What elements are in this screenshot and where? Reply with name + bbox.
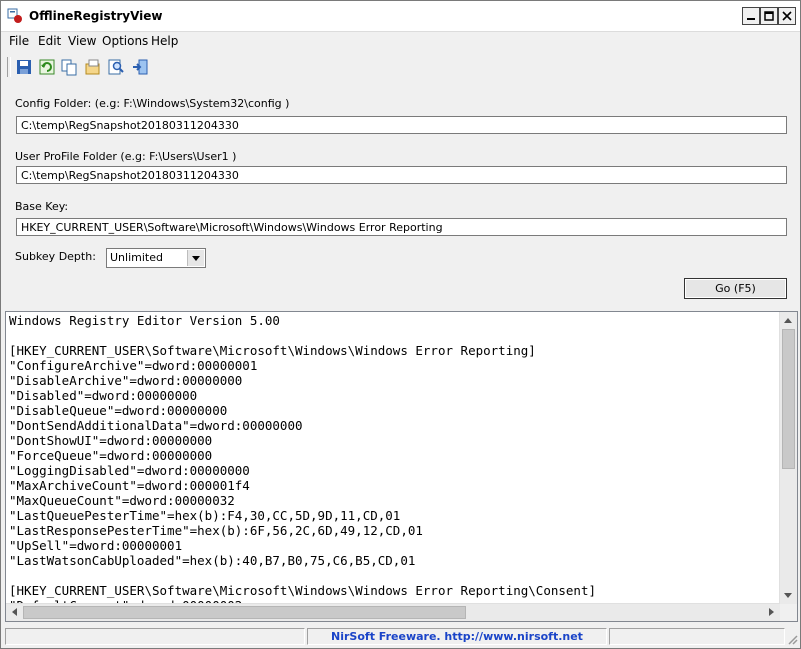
output-line: "DontSendAdditionalData"=dword:00000000 [9, 418, 303, 433]
profile-folder-input[interactable]: C:\temp\RegSnapshot20180311204330 [16, 166, 787, 184]
output-line: "Disabled"=dword:00000000 [9, 388, 198, 403]
output-line: "UpSell"=dword:00000001 [9, 538, 183, 553]
maximize-icon [764, 11, 774, 21]
output-line: "LastQueuePesterTime"=hex(b):F4,30,CC,5D… [9, 508, 401, 523]
profile-folder-label: User ProFile Folder (e.g: F:\Users\User1… [15, 150, 237, 163]
refresh-icon[interactable] [38, 58, 56, 76]
vertical-scrollbar[interactable] [779, 312, 797, 604]
subkey-depth-select[interactable]: Unlimited [106, 248, 206, 268]
close-icon [782, 11, 792, 21]
output-line: [HKEY_CURRENT_USER\Software\Microsoft\Wi… [9, 583, 596, 598]
arrow-down-icon [784, 593, 792, 598]
subkey-depth-label: Subkey Depth: [15, 250, 96, 263]
window-title: OfflineRegistryView [29, 9, 163, 23]
go-button[interactable]: Go (F5) [684, 278, 787, 299]
subkey-depth-value: Unlimited [110, 251, 163, 264]
menu-edit[interactable]: Edit [38, 34, 61, 48]
save-icon[interactable] [15, 58, 33, 76]
base-key-input[interactable]: HKEY_CURRENT_USER\Software\Microsoft\Win… [16, 218, 787, 236]
output-line: "DontShowUI"=dword:00000000 [9, 433, 213, 448]
status-panel-left [5, 628, 305, 645]
output-line: "DisableArchive"=dword:00000000 [9, 373, 243, 388]
arrow-up-icon [784, 318, 792, 323]
output-line: [HKEY_CURRENT_USER\Software\Microsoft\Wi… [9, 343, 536, 358]
config-folder-input[interactable]: C:\temp\RegSnapshot20180311204330 [16, 116, 787, 134]
output-line: "LastWatsonCabUploaded"=hex(b):40,B7,B0,… [9, 553, 416, 568]
minimize-button[interactable] [742, 7, 760, 25]
dropdown-button[interactable] [187, 250, 204, 266]
registry-output[interactable]: Windows Registry Editor Version 5.00 [HK… [5, 311, 798, 622]
output-line: "DisableQueue"=dword:00000000 [9, 403, 228, 418]
app-window: OfflineRegistryView File Edit View Optio… [0, 0, 801, 649]
scroll-left-button[interactable] [6, 604, 22, 620]
minimize-icon [747, 18, 755, 20]
chevron-down-icon [192, 256, 200, 261]
vertical-scroll-thumb[interactable] [782, 329, 795, 469]
copy-icon[interactable] [60, 58, 78, 76]
maximize-button[interactable] [760, 7, 778, 25]
menu-options[interactable]: Options [102, 34, 148, 48]
horizontal-scrollbar[interactable] [6, 603, 780, 621]
arrow-right-icon [769, 608, 774, 616]
config-folder-label: Config Folder: (e.g: F:\Windows\System32… [15, 97, 290, 110]
output-line: "LastResponsePesterTime"=hex(b):6F,56,2C… [9, 523, 423, 538]
base-key-label: Base Key: [15, 200, 69, 213]
menu-file[interactable]: File [9, 34, 29, 48]
status-panel-right [609, 628, 785, 645]
toolbar-grip [7, 57, 11, 77]
properties-icon[interactable] [84, 58, 102, 76]
status-link[interactable]: NirSoft Freeware. http://www.nirsoft.net [307, 628, 607, 645]
output-line: Windows Registry Editor Version 5.00 [9, 313, 280, 328]
menu-bar: File Edit View Options Help [1, 32, 800, 51]
arrow-left-icon [12, 608, 17, 616]
output-line: "ForceQueue"=dword:00000000 [9, 448, 213, 463]
registry-output-text: Windows Registry Editor Version 5.00 [HK… [9, 313, 596, 613]
scrollbar-corner [780, 604, 797, 621]
close-button[interactable] [778, 7, 796, 25]
toolbar [1, 52, 800, 82]
find-icon[interactable] [107, 58, 125, 76]
output-line: "MaxArchiveCount"=dword:000001f4 [9, 478, 250, 493]
menu-help[interactable]: Help [151, 34, 178, 48]
scroll-right-button[interactable] [764, 604, 780, 620]
exit-icon[interactable] [131, 58, 149, 76]
title-bar: OfflineRegistryView [1, 1, 800, 32]
scroll-up-button[interactable] [780, 312, 796, 328]
menu-view[interactable]: View [68, 34, 96, 48]
output-line: "ConfigureArchive"=dword:00000001 [9, 358, 258, 373]
scroll-down-button[interactable] [780, 588, 796, 604]
output-line: "LoggingDisabled"=dword:00000000 [9, 463, 250, 478]
output-line: "MaxQueueCount"=dword:00000032 [9, 493, 235, 508]
status-bar: NirSoft Freeware. http://www.nirsoft.net [1, 625, 800, 647]
app-icon [7, 8, 22, 23]
resize-grip-icon[interactable] [786, 633, 798, 645]
horizontal-scroll-thumb[interactable] [23, 606, 466, 619]
